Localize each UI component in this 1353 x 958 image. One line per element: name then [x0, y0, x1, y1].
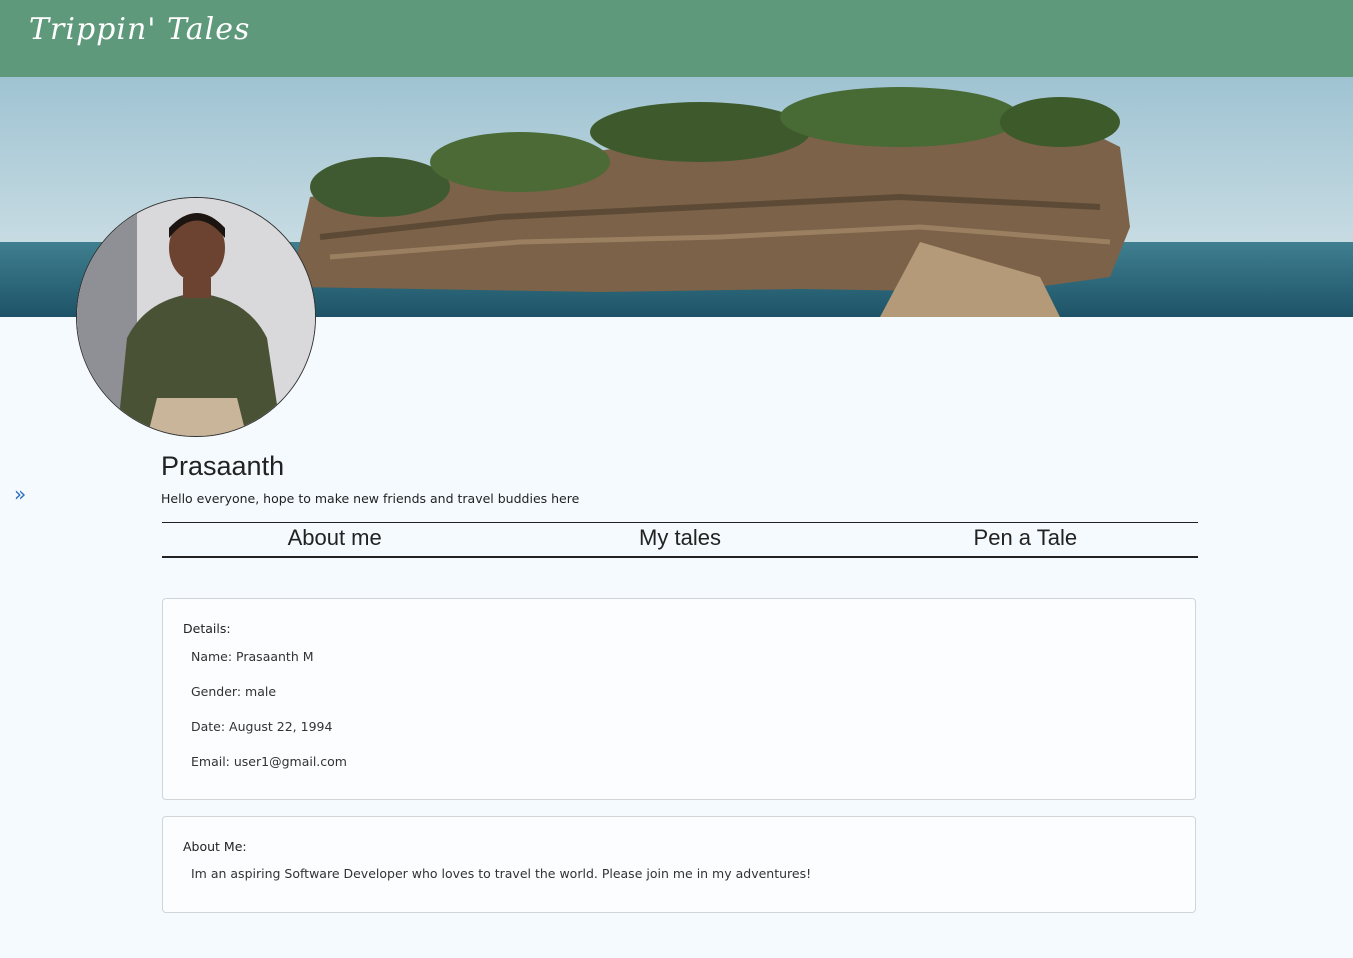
profile-tabs: About me My tales Pen a Tale — [162, 522, 1198, 558]
detail-name: Name: Prasaanth M — [191, 649, 314, 664]
about-title: About Me: — [183, 839, 247, 854]
about-card: About Me: Im an aspiring Software Develo… — [162, 816, 1196, 913]
detail-email: Email: user1@gmail.com — [191, 754, 347, 769]
profile-bio: Hello everyone, hope to make new friends… — [161, 491, 580, 506]
tab-pen-a-tale[interactable]: Pen a Tale — [853, 523, 1198, 556]
profile-name: Prasaanth — [161, 451, 285, 481]
about-text: Im an aspiring Software Developer who lo… — [191, 866, 812, 881]
profile-avatar[interactable] — [76, 197, 316, 437]
detail-gender: Gender: male — [191, 684, 277, 699]
navbar: Trippin' Tales — [0, 0, 1353, 77]
tab-about-me[interactable]: About me — [162, 523, 507, 556]
tab-my-tales[interactable]: My tales — [507, 523, 852, 556]
double-chevron-right-icon[interactable]: » — [14, 484, 32, 504]
details-title: Details: — [183, 621, 231, 636]
detail-date: Date: August 22, 1994 — [191, 719, 333, 734]
details-card: Details: Name: Prasaanth M Gender: male … — [162, 598, 1196, 800]
brand-logo[interactable]: Trippin' Tales — [29, 12, 250, 47]
